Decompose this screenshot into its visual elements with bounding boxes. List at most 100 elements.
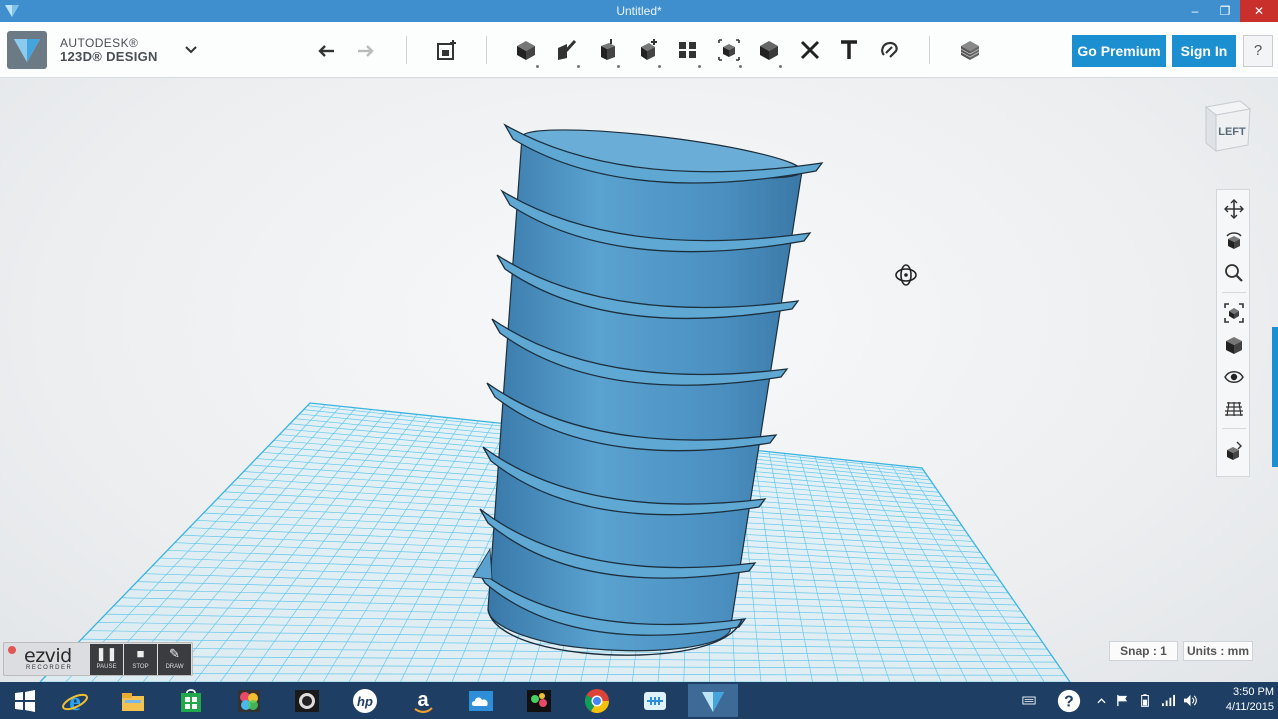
orbit-icon — [1226, 232, 1242, 249]
taskbar-hp[interactable]: hp — [340, 684, 390, 717]
tray-network[interactable] — [1158, 682, 1178, 719]
snap-button[interactable] — [875, 35, 905, 65]
dropdown-caret — [617, 65, 620, 68]
taskbar-123d-design[interactable] — [688, 684, 738, 717]
taskbar-file-explorer[interactable] — [108, 684, 158, 717]
scene-canvas[interactable] — [0, 79, 1278, 682]
start-button[interactable] — [0, 684, 50, 717]
dropdown-caret — [658, 65, 661, 68]
construct-button[interactable] — [592, 35, 622, 68]
keyboard-icon — [1022, 696, 1036, 705]
ezvid-subtitle: RECORDER — [26, 665, 73, 671]
material-view-icon — [1227, 441, 1242, 460]
fit-icon — [1224, 303, 1244, 323]
taskbar-store[interactable] — [166, 684, 216, 717]
title-bar: Untitled* – ❐ ✕ — [0, 0, 1278, 22]
zoom-button[interactable] — [1221, 260, 1247, 286]
primitives-button[interactable] — [511, 35, 541, 68]
chevron-up-icon — [1096, 697, 1106, 703]
svg-text:e: e — [69, 687, 81, 715]
pan-button[interactable] — [1221, 196, 1247, 222]
undo-button[interactable] — [311, 35, 341, 65]
help-button[interactable]: ? — [1243, 35, 1273, 67]
minimize-button[interactable]: – — [1180, 0, 1210, 22]
material-view-button[interactable] — [1221, 438, 1247, 464]
camera-icon — [295, 689, 319, 712]
construct-icon — [601, 39, 615, 60]
tray-help-button[interactable]: ? — [1053, 682, 1085, 719]
ezvid-stop-button[interactable]: ■ STOP — [124, 644, 157, 675]
ezvid-draw-button[interactable]: ✎ DRAW — [158, 644, 191, 675]
svg-text:a: a — [417, 689, 429, 711]
draw-icon: ✎ — [169, 646, 180, 661]
tray-show-hidden[interactable] — [1094, 682, 1108, 719]
pause-icon: ❚❚ — [95, 646, 118, 661]
taskbar-internet-explorer[interactable]: e — [50, 684, 100, 717]
pan-icon — [1224, 199, 1244, 219]
sketch-button[interactable] — [552, 35, 582, 68]
go-premium-button[interactable]: Go Premium — [1072, 35, 1166, 67]
view-cube[interactable]: LEFT — [1198, 97, 1254, 159]
group-button[interactable] — [714, 35, 744, 68]
material-icon — [960, 41, 980, 60]
text-button[interactable] — [834, 35, 864, 65]
pattern-icon — [679, 42, 696, 58]
help-glyph: ? — [1064, 693, 1074, 710]
undo-icon — [318, 45, 334, 57]
nav-separator — [1222, 428, 1246, 429]
toolbar-separator — [929, 36, 930, 64]
clock-date: 4/11/2015 — [1225, 701, 1274, 713]
snap-dropdown[interactable]: Snap : 1 — [1109, 641, 1178, 661]
fit-button[interactable] — [1221, 300, 1247, 326]
modify-button[interactable] — [633, 35, 663, 68]
ezvid-logo: ezvid — [24, 645, 72, 667]
visibility-button[interactable] — [1221, 364, 1247, 390]
combine-button[interactable] — [754, 35, 784, 68]
tray-flag[interactable] — [1113, 682, 1131, 719]
action-center-flag-icon — [1116, 694, 1127, 707]
taskbar-amazon[interactable]: a — [398, 684, 448, 717]
modify-icon — [641, 39, 657, 60]
123d-design-icon — [702, 691, 724, 712]
brand-line1: AUTODESK® — [60, 36, 139, 50]
window-title: Untitled* — [616, 4, 662, 18]
delete-x-icon — [800, 40, 820, 60]
app-menu-dropdown[interactable] — [182, 40, 200, 58]
delete-button[interactable] — [795, 35, 825, 65]
grid-toggle-button[interactable] — [1221, 396, 1247, 422]
close-button[interactable]: ✕ — [1240, 0, 1278, 22]
taskbar-photos[interactable] — [224, 684, 274, 717]
transform-button[interactable] — [432, 35, 462, 65]
material-button[interactable] — [955, 35, 985, 65]
tray-keyboard[interactable] — [1018, 682, 1040, 719]
taskbar-chrome[interactable] — [572, 684, 622, 717]
sign-in-button[interactable]: Sign In — [1172, 35, 1236, 67]
tray-battery[interactable] — [1136, 682, 1154, 719]
view-cube-button[interactable] — [1221, 332, 1247, 358]
units-dropdown[interactable]: Units : mm — [1183, 641, 1253, 661]
3d-viewport[interactable]: LEFT Snap: 1 Units: mm ezvid RECORDER … — [0, 79, 1278, 682]
taskbar-media[interactable] — [514, 684, 564, 717]
ezvid-pause-button[interactable]: ❚❚ PAUSE — [90, 644, 123, 675]
sketch-icon — [558, 39, 577, 60]
redo-button[interactable] — [351, 35, 381, 65]
pattern-button[interactable] — [673, 35, 703, 68]
orbit-button[interactable] — [1221, 228, 1247, 254]
hp-icon: hp — [353, 688, 377, 713]
nav-separator — [1222, 292, 1246, 293]
redo-icon — [358, 45, 374, 57]
svg-text:hp: hp — [357, 694, 373, 709]
taskbar-cloud[interactable] — [456, 684, 506, 717]
file-explorer-icon — [122, 692, 144, 711]
maximize-button[interactable]: ❐ — [1210, 0, 1240, 22]
media-icon — [527, 689, 551, 712]
viewcube-face-label: LEFT — [1218, 126, 1246, 138]
brand-name: AUTODESK® 123D® DESIGN — [60, 36, 158, 64]
taskbar-clock[interactable]: 3:50 PM 4/11/2015 — [1196, 685, 1274, 715]
taskbar-camera[interactable] — [282, 684, 332, 717]
taskbar-network-app[interactable] — [630, 684, 680, 717]
zoom-icon — [1225, 264, 1243, 282]
right-panel-tab[interactable] — [1272, 327, 1278, 467]
123d-logo-icon[interactable] — [6, 30, 48, 70]
pause-label: PAUSE — [96, 664, 117, 670]
